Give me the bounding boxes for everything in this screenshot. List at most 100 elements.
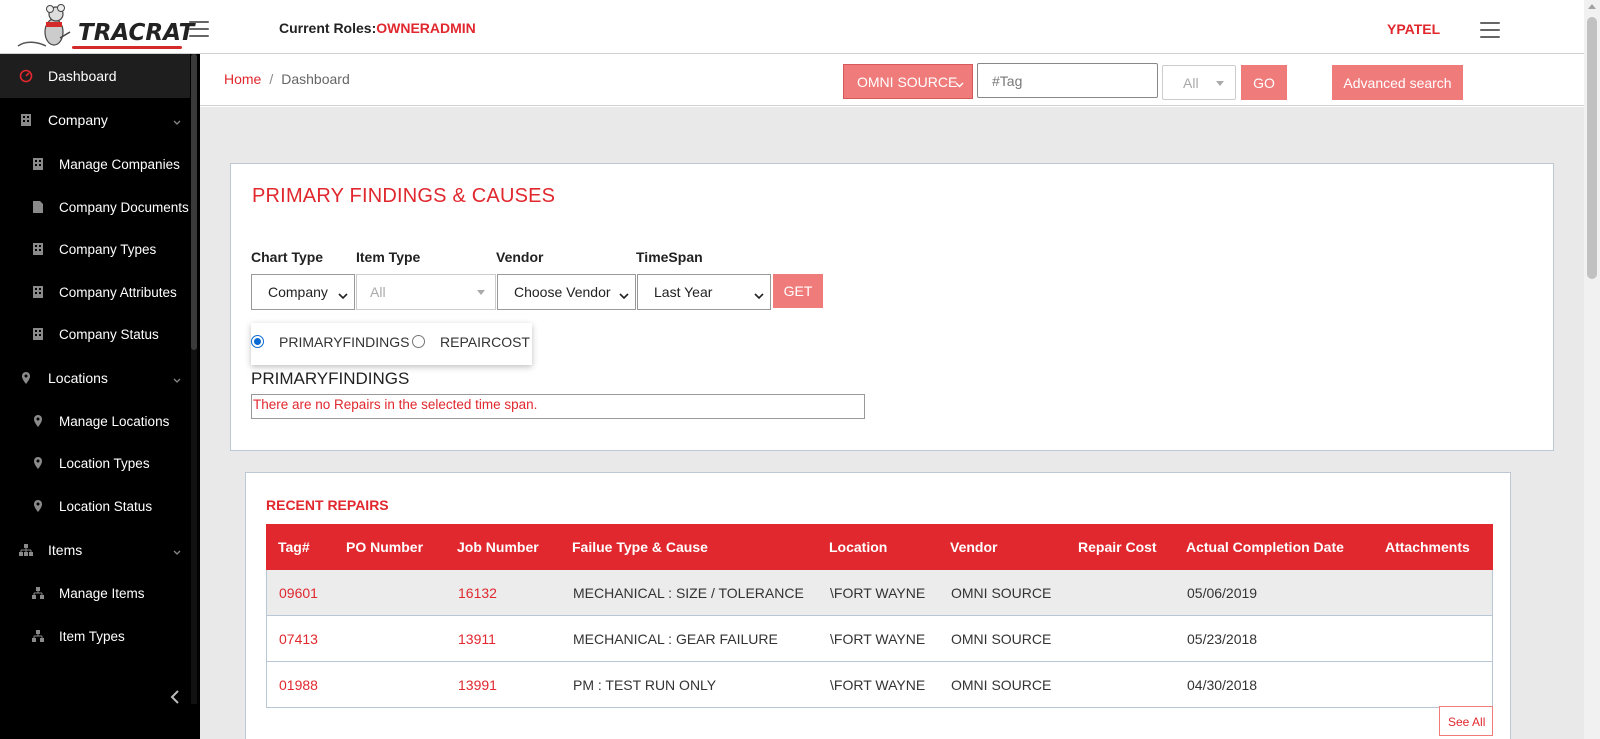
logo-text: TRACRAT: [78, 20, 195, 46]
table-row: 01988 13991 PM : TEST RUN ONLY \FORT WAY…: [266, 662, 1493, 708]
chart-type-select[interactable]: Company: [251, 274, 355, 310]
get-button[interactable]: GET: [773, 274, 823, 308]
current-role-value: OWNERADMIN: [376, 20, 476, 36]
source-dropdown-label: OMNI SOURCE: [857, 73, 958, 90]
repaircost-radio[interactable]: [412, 335, 425, 348]
card-title: PRIMARY FINDINGS & CAUSES: [252, 185, 556, 207]
sidebar-item-company-status[interactable]: Company Status: [0, 312, 190, 356]
page-scrollbar[interactable]: [1584, 0, 1600, 739]
chevron-down-icon: [955, 76, 964, 88]
column-header-job-number[interactable]: Job Number: [457, 539, 539, 555]
completion-date-cell: 04/30/2018: [1187, 677, 1258, 693]
sidebar-item-label: Locations: [48, 370, 108, 386]
page-scrollbar-thumb[interactable]: [1587, 17, 1597, 279]
repaircost-radio-label[interactable]: REPAIRCOST: [440, 334, 530, 350]
breadcrumb-current: Dashboard: [281, 71, 350, 87]
job-number-link[interactable]: 16132: [458, 585, 497, 601]
sidebar-item-manage-items[interactable]: Manage Items: [0, 571, 190, 615]
map-pin-icon: [30, 498, 46, 514]
column-header-vendor[interactable]: Vendor: [950, 539, 997, 555]
sidebar-item-label: Manage Locations: [59, 413, 170, 429]
chart-type-value: Company: [268, 284, 328, 300]
sidebar-item-location-types[interactable]: Location Types: [0, 441, 190, 485]
sidebar-item-location-status[interactable]: Location Status: [0, 484, 190, 528]
completion-date-cell: 05/06/2019: [1187, 585, 1258, 601]
scroll-up-arrow-icon[interactable]: [1588, 4, 1596, 9]
sidebar-item-company-types[interactable]: Company Types: [0, 227, 190, 271]
primaryfindings-radio-label[interactable]: PRIMARYFINDINGS: [279, 334, 409, 350]
failure-cell: PM : TEST RUN ONLY: [573, 677, 717, 693]
column-header-attachments[interactable]: Attachments: [1385, 539, 1470, 555]
column-header-po-number[interactable]: PO Number: [346, 539, 423, 555]
sidebar-scrollbar-thumb[interactable]: [191, 54, 197, 350]
collapse-sidebar-chevron-left-icon[interactable]: [168, 688, 182, 706]
sidebar-item-company[interactable]: Company: [0, 98, 190, 142]
caret-down-icon: [1216, 81, 1224, 86]
sidebar-scrollbar[interactable]: [191, 54, 197, 704]
primary-findings-card: PRIMARY FINDINGS & CAUSES Chart Type Ite…: [230, 163, 1554, 451]
item-type-select[interactable]: All: [356, 274, 496, 310]
sidebar-toggle-menu-icon[interactable]: [189, 21, 209, 37]
sidebar-item-label: Company Status: [59, 326, 159, 342]
item-type-value: All: [370, 284, 386, 300]
sidebar-item-dashboard[interactable]: Dashboard: [0, 54, 190, 98]
failure-cell: MECHANICAL : GEAR FAILURE: [573, 631, 778, 647]
column-header-tag[interactable]: Tag#: [278, 539, 310, 555]
advanced-search-button[interactable]: Advanced search: [1332, 65, 1463, 100]
vendor-value: Choose Vendor: [514, 284, 611, 300]
breadcrumb-home-link[interactable]: Home: [224, 71, 261, 87]
sidebar-item-locations[interactable]: Locations: [0, 356, 190, 400]
sidebar-item-company-attributes[interactable]: Company Attributes: [0, 270, 190, 314]
see-all-button[interactable]: See All: [1439, 706, 1493, 736]
sitemap-icon: [30, 585, 46, 601]
scope-select[interactable]: All: [1162, 65, 1236, 100]
building-icon: [30, 241, 46, 257]
top-header: TRACRAT Current Roles:OWNERADMIN YPATEL: [0, 0, 1584, 54]
username[interactable]: YPATEL: [1387, 21, 1440, 37]
sidebar-item-manage-companies[interactable]: Manage Companies: [0, 142, 190, 186]
table-header-row: Tag# PO Number Job Number Failue Type & …: [266, 524, 1493, 570]
vendor-cell: OMNI SOURCE: [951, 631, 1052, 647]
sidebar-item-company-documents[interactable]: Company Documents: [0, 185, 190, 229]
job-number-link[interactable]: 13911: [458, 631, 496, 647]
primaryfindings-heading: PRIMARYFINDINGS: [251, 369, 410, 388]
sidebar-item-items[interactable]: Items: [0, 528, 190, 572]
sidebar-item-item-types[interactable]: Item Types: [0, 614, 190, 658]
timespan-select[interactable]: Last Year: [637, 274, 771, 310]
column-header-failure-type[interactable]: Failue Type & Cause: [572, 539, 708, 555]
breadcrumb: Home / Dashboard: [224, 71, 350, 87]
source-dropdown-button[interactable]: OMNI SOURCE: [843, 64, 973, 99]
tag-link[interactable]: 01988: [279, 677, 318, 693]
chevron-down-icon: [338, 288, 348, 300]
tag-link[interactable]: 09601: [279, 585, 318, 601]
job-number-link[interactable]: 13991: [458, 677, 497, 693]
main-content: PRIMARY FINDINGS & CAUSES Chart Type Ite…: [200, 107, 1584, 739]
map-pin-icon: [18, 370, 34, 386]
column-header-location[interactable]: Location: [829, 539, 887, 555]
column-header-repair-cost[interactable]: Repair Cost: [1078, 539, 1157, 555]
go-button[interactable]: GO: [1241, 65, 1287, 100]
vendor-select[interactable]: Choose Vendor: [497, 274, 636, 310]
user-menu-icon[interactable]: [1480, 22, 1500, 38]
map-pin-icon: [30, 455, 46, 471]
sidebar-item-label: Company: [48, 112, 108, 128]
tag-link[interactable]: 07413: [279, 631, 318, 647]
tracrat-logo[interactable]: TRACRAT: [16, 2, 194, 52]
sidebar-item-label: Location Status: [59, 498, 153, 514]
column-header-completion-date[interactable]: Actual Completion Date: [1186, 539, 1344, 555]
recent-repairs-card: RECENT REPAIRS Tag# PO Number Job Number…: [245, 472, 1511, 739]
sidebar-item-label: Manage Companies: [59, 156, 180, 172]
card-title: RECENT REPAIRS: [266, 497, 389, 513]
chevron-down-icon: [172, 114, 184, 126]
building-icon: [30, 156, 46, 172]
current-roles-label: Current Roles:: [279, 20, 377, 36]
map-pin-icon: [30, 413, 46, 429]
sidebar-item-label: Items: [48, 542, 83, 558]
sidebar-item-manage-locations[interactable]: Manage Locations: [0, 399, 190, 443]
location-cell: \FORT WAYNE: [830, 677, 926, 693]
tag-search-input[interactable]: [977, 63, 1158, 98]
primaryfindings-radio[interactable]: [251, 335, 264, 348]
recent-repairs-table: Tag# PO Number Job Number Failue Type & …: [266, 524, 1493, 708]
chevron-down-icon: [754, 288, 764, 300]
vendor-cell: OMNI SOURCE: [951, 677, 1052, 693]
